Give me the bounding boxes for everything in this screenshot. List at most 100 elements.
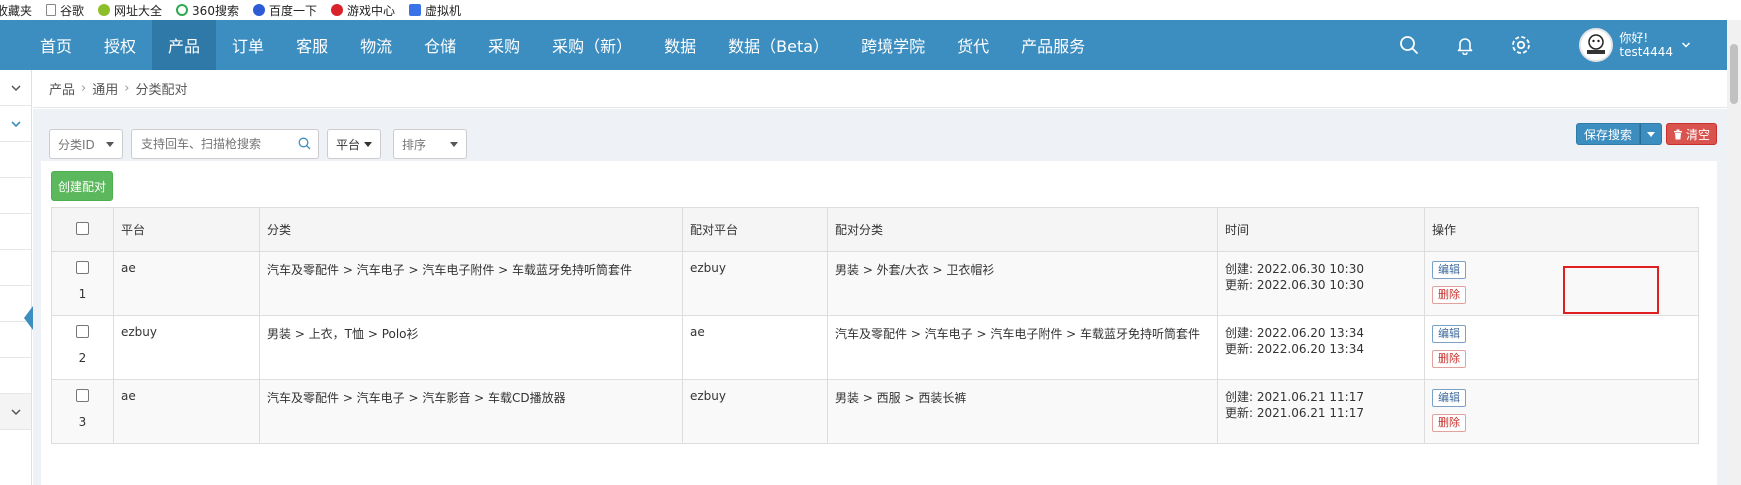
category-id-select[interactable]: 分类ID — [49, 129, 123, 159]
breadcrumb-products[interactable]: 产品 — [49, 79, 75, 98]
edit-button[interactable]: 编辑 — [1432, 261, 1466, 279]
caret-down-icon — [364, 141, 373, 147]
settings-button[interactable] — [1493, 20, 1549, 70]
created-time: 创建: 2021.06.21 11:17 — [1225, 390, 1364, 404]
header-platform: 平台 — [113, 207, 260, 252]
nav-purchase[interactable]: 采购 — [472, 20, 536, 70]
nav-freight[interactable]: 货代 — [941, 20, 1005, 70]
bookmarks-bar: 收藏夹 谷歌 网址大全 360搜索 百度一下 游戏中心 虚拟机 — [0, 0, 1741, 20]
cell-match-category: 汽车及零配件 > 汽车电子 > 汽车电子附件 > 车载蓝牙免持听筒套件 — [827, 315, 1218, 380]
sidebar-group-toggle[interactable] — [0, 106, 31, 142]
nav-right-tools: 你好! test4444 — [1381, 20, 1741, 70]
delete-button[interactable]: 删除 — [1432, 414, 1466, 432]
breadcrumb-general[interactable]: 通用 — [92, 79, 118, 98]
cell-match-category: 男装 > 西服 > 西装长裤 — [827, 379, 1218, 444]
caret-down-icon — [1646, 131, 1655, 137]
row-checkbox[interactable] — [76, 389, 89, 402]
breadcrumb: 产品 › 通用 › 分类配对 — [33, 70, 1741, 108]
cell-actions: 编辑 删除 — [1424, 315, 1699, 380]
search-icon[interactable] — [298, 137, 311, 150]
sidebar-group-toggle[interactable] — [0, 394, 31, 430]
trash-icon — [1673, 129, 1682, 139]
save-search-dropdown[interactable] — [1639, 123, 1662, 145]
user-menu[interactable]: 你好! test4444 — [1579, 28, 1691, 62]
nav-authorization[interactable]: 授权 — [88, 20, 152, 70]
chevron-right-icon: › — [81, 81, 87, 96]
bookmark-360[interactable]: 360搜索 — [176, 2, 239, 19]
edit-button[interactable]: 编辑 — [1432, 325, 1466, 343]
sidebar-item[interactable] — [0, 250, 31, 286]
nav-home[interactable]: 首页 — [0, 20, 88, 70]
bookmark-vm[interactable]: 虚拟机 — [408, 2, 461, 19]
user-name: test4444 — [1619, 45, 1673, 59]
delete-button[interactable]: 删除 — [1432, 350, 1466, 368]
scrollbar-thumb[interactable] — [1730, 44, 1738, 104]
sort-select[interactable]: 排序 — [393, 129, 468, 159]
header-actions: 操作 — [1424, 207, 1699, 252]
updated-time: 更新: 2022.06.30 10:30 — [1225, 278, 1364, 292]
cell-category: 汽车及零配件 > 汽车电子 > 汽车影音 > 车载CD播放器 — [259, 379, 683, 444]
nav-customer-service[interactable]: 客服 — [280, 20, 344, 70]
nav-warehouse[interactable]: 仓储 — [408, 20, 472, 70]
table-row: 3 ae 汽车及零配件 > 汽车电子 > 汽车影音 > 车载CD播放器 ezbu… — [51, 379, 1699, 444]
search-wrapper — [131, 129, 319, 159]
create-match-button[interactable]: 创建配对 — [51, 171, 114, 201]
bookmark-baidu[interactable]: 百度一下 — [252, 2, 317, 19]
bookmark-favorites[interactable]: 收藏夹 — [0, 2, 32, 19]
sidebar-item[interactable] — [0, 214, 31, 250]
search-input[interactable] — [131, 129, 319, 159]
page-scrollbar[interactable] — [1727, 20, 1741, 485]
delete-button[interactable]: 删除 — [1432, 286, 1466, 304]
cell-match-platform: ezbuy — [682, 251, 828, 316]
cell-time: 创建: 2021.06.21 11:17 更新: 2021.06.21 11:17 — [1217, 379, 1425, 444]
nav-data[interactable]: 数据 — [648, 20, 712, 70]
nav-products[interactable]: 产品 — [152, 20, 217, 70]
platform-dropdown[interactable]: 平台 — [327, 129, 382, 159]
cell-platform: ezbuy — [113, 315, 260, 380]
select-all-cell — [51, 207, 114, 252]
search-button[interactable] — [1381, 20, 1437, 70]
sidebar-toggle[interactable] — [0, 70, 31, 106]
game-icon — [330, 4, 343, 16]
nav-data-beta[interactable]: 数据（Beta） — [712, 20, 845, 70]
bookmark-site-directory[interactable]: 网址大全 — [98, 2, 162, 19]
sidebar-item[interactable] — [0, 178, 31, 214]
notifications-button[interactable] — [1437, 20, 1493, 70]
bell-icon — [1458, 38, 1473, 55]
select-all-checkbox[interactable] — [76, 221, 89, 235]
sidebar-item[interactable] — [0, 358, 31, 394]
doc-icon — [46, 4, 57, 16]
nav-academy[interactable]: 跨境学院 — [845, 20, 941, 70]
nav-orders[interactable]: 订单 — [216, 20, 280, 70]
clear-button[interactable]: 清空 — [1665, 123, 1717, 145]
header-match-platform: 配对平台 — [682, 207, 828, 252]
sidebar-item[interactable] — [0, 142, 31, 178]
nav-product-services[interactable]: 产品服务 — [1005, 20, 1101, 70]
360-icon — [176, 4, 189, 16]
top-nav: 首页 授权 产品 订单 客服 物流 仓储 采购 采购（新） 数据 数据（Beta… — [0, 20, 1741, 70]
chevron-down-icon — [10, 408, 21, 415]
header-category: 分类 — [259, 207, 683, 252]
cell-time: 创建: 2022.06.30 10:30 更新: 2022.06.30 10:30 — [1217, 251, 1425, 316]
user-greeting: 你好! — [1619, 31, 1649, 45]
chevron-right-icon: › — [124, 81, 130, 96]
row-checkbox[interactable] — [76, 325, 89, 338]
active-indicator — [24, 306, 33, 330]
nav-logistics[interactable]: 物流 — [344, 20, 408, 70]
chevron-down-icon — [10, 120, 21, 127]
search-icon — [1400, 36, 1419, 54]
bookmark-google[interactable]: 谷歌 — [46, 2, 84, 19]
cell-time: 创建: 2022.06.20 13:34 更新: 2022.06.20 13:34 — [1217, 315, 1425, 380]
chevron-down-icon — [1681, 42, 1691, 48]
table-row: 1 ae 汽车及零配件 > 汽车电子 > 汽车电子附件 > 车载蓝牙免持听筒套件… — [51, 251, 1699, 316]
search-actions: 保存搜索 清空 — [1575, 123, 1717, 145]
row-index: 3 — [78, 415, 87, 429]
cell-platform: ae — [113, 379, 260, 444]
category-match-table: 平台 分类 配对平台 配对分类 时间 操作 1 ae 汽车及零配件 > 汽车电子… — [51, 207, 1699, 444]
row-checkbox[interactable] — [76, 261, 89, 274]
save-search-button[interactable]: 保存搜索 — [1575, 123, 1640, 145]
bookmark-game-center[interactable]: 游戏中心 — [330, 2, 395, 19]
nav-purchase-new[interactable]: 采购（新） — [536, 20, 648, 70]
edit-button[interactable]: 编辑 — [1432, 389, 1466, 407]
avatar — [1579, 28, 1614, 62]
